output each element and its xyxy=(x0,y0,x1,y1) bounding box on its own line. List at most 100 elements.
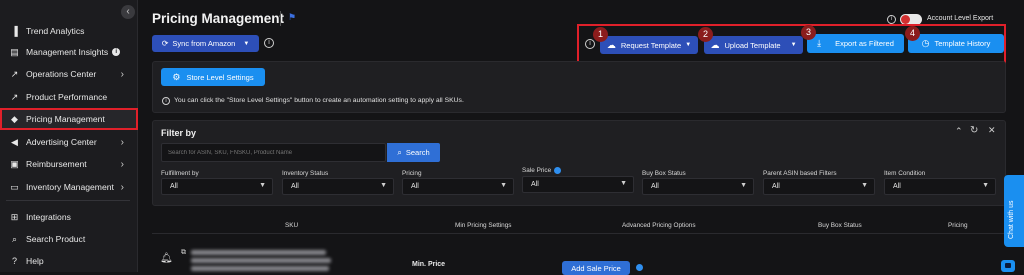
sidebar-item-label: Trend Analytics xyxy=(26,26,85,36)
title-divider xyxy=(280,11,281,26)
info-icon[interactable]: i xyxy=(264,38,274,48)
filter-search-label: Search xyxy=(405,148,430,157)
filter-panel xyxy=(152,120,1006,206)
external-link-icon[interactable]: ⧉ xyxy=(181,249,186,257)
filter-select-buy-box-status[interactable]: All ▼ xyxy=(642,178,754,195)
product-name-redacted xyxy=(191,266,329,271)
export-as-filtered-button[interactable]: ⤓ Export as Filtered xyxy=(807,34,904,53)
sale-price-info-icon[interactable] xyxy=(554,167,561,174)
request-template-button[interactable]: ☁ Request Template ▼ xyxy=(600,36,698,54)
column-header-buy-box[interactable]: Buy Box Status xyxy=(818,222,862,229)
collapse-sidebar-button[interactable]: ‹ xyxy=(121,5,135,19)
chevron-right-icon: › xyxy=(120,68,124,80)
store-settings-hint: You can click the "Store Level Settings"… xyxy=(174,97,464,104)
filter-select-value: All xyxy=(531,181,539,188)
sidebar-item-management-insights[interactable]: ▤ Management Insights i xyxy=(0,41,138,63)
close-icon[interactable]: ✕ xyxy=(988,125,996,136)
operations-center-icon: ↗ xyxy=(10,68,19,79)
store-settings-panel xyxy=(152,61,1006,113)
export-info-icon[interactable]: i xyxy=(887,15,896,24)
sidebar-item-inventory-management[interactable]: ▭ Inventory Management › xyxy=(0,176,138,198)
search-icon: ⌕ xyxy=(11,233,18,244)
chat-label: Chat with us xyxy=(1008,200,1015,239)
column-header-sku[interactable]: SKU xyxy=(285,222,298,229)
sidebar: ‹ ▐ Trend Analytics ▤ Management Insights i ↗… xyxy=(0,0,138,272)
column-header-min-pricing[interactable]: Min Pricing Settings xyxy=(455,222,511,229)
sidebar-item-integrations[interactable]: ⊞ Integrations xyxy=(0,206,138,228)
search-icon: ⌕ xyxy=(397,147,402,157)
column-header-pricing[interactable]: Pricing xyxy=(948,222,968,229)
upload-template-button[interactable]: ☁ Upload Template ▼ xyxy=(704,36,803,54)
sidebar-item-advertising-center[interactable]: ◀ Advertising Center › xyxy=(0,131,138,153)
filter-select-parent-asin-based-filters[interactable]: All ▼ xyxy=(763,178,875,195)
filter-title: Filter by xyxy=(161,128,197,138)
filter-select-item-condition[interactable]: All ▼ xyxy=(884,178,996,195)
step-badge-2: 2 xyxy=(698,27,713,42)
chevron-right-icon: › xyxy=(120,181,124,193)
inventory-icon: ▭ xyxy=(10,181,19,192)
filter-label-inventory-status: Inventory Status xyxy=(282,170,329,177)
sidebar-item-operations-center[interactable]: ↗ Operations Center › xyxy=(0,63,138,85)
toolbar-info-icon[interactable]: i xyxy=(585,39,595,49)
refresh-icon[interactable]: ↻ xyxy=(970,125,978,136)
filter-search-button[interactable]: ⌕ Search xyxy=(387,143,440,162)
cloud-upload-icon: ☁ xyxy=(710,39,720,50)
add-sale-price-button[interactable]: Add Sale Price xyxy=(562,261,630,275)
chat-with-us-tab[interactable]: Chat with us xyxy=(1004,175,1024,247)
column-header-advanced-pricing[interactable]: Advanced Pricing Options xyxy=(622,222,696,229)
sale-price-info-icon[interactable] xyxy=(636,264,643,271)
filter-label-fulfillment-by: Fulfillment by xyxy=(161,170,199,177)
reimbursement-icon: ▣ xyxy=(10,158,19,169)
filter-select-inventory-status[interactable]: All ▼ xyxy=(282,178,394,195)
chevron-down-icon: ▼ xyxy=(620,180,627,187)
sidebar-item-search-product[interactable]: ⌕ Search Product xyxy=(0,228,138,250)
filter-search-input[interactable] xyxy=(161,143,386,162)
megaphone-icon: ◀ xyxy=(11,136,18,147)
integrations-icon: ⊞ xyxy=(10,211,19,222)
sync-label: Sync from Amazon xyxy=(172,39,236,48)
collapse-filter-icon[interactable]: ⌃ xyxy=(955,126,963,137)
filter-select-sale-price[interactable]: All ▼ xyxy=(522,176,634,193)
chevron-down-icon: ▼ xyxy=(500,182,507,189)
sidebar-item-label: Advertising Center xyxy=(26,137,97,147)
store-level-settings-label: Store Level Settings xyxy=(186,72,254,82)
sidebar-item-pricing-management[interactable]: ◆ Pricing Management xyxy=(0,108,138,130)
sidebar-item-product-performance[interactable]: ↗ Product Performance xyxy=(0,86,138,108)
filter-select-pricing[interactable]: All ▼ xyxy=(402,178,514,195)
template-history-label: Template History xyxy=(934,39,991,48)
filter-select-value: All xyxy=(651,183,659,190)
sidebar-item-label: Help xyxy=(26,256,44,266)
product-name-redacted xyxy=(191,258,331,263)
bell-icon[interactable]: 🔔︎ xyxy=(160,253,173,264)
filter-select-fulfillment-by[interactable]: All ▼ xyxy=(161,178,273,195)
step-badge-1: 1 xyxy=(593,27,608,42)
chevron-down-icon: ▼ xyxy=(982,182,989,189)
add-sale-price-label: Add Sale Price xyxy=(571,263,621,273)
chevron-down-icon: ▼ xyxy=(861,182,868,189)
sidebar-divider xyxy=(6,200,130,201)
help-icon: ? xyxy=(11,256,17,266)
product-name-redacted xyxy=(191,250,326,255)
chevron-down-icon: ▼ xyxy=(259,182,266,189)
filter-select-value: All xyxy=(893,183,901,190)
bookmark-icon[interactable]: ⚑ xyxy=(288,12,296,23)
filter-select-value: All xyxy=(411,183,419,190)
template-history-button[interactable]: ◷ Template History xyxy=(908,34,1004,53)
history-icon: ◷ xyxy=(921,38,930,48)
sidebar-item-help[interactable]: ? Help xyxy=(0,250,138,272)
sidebar-item-label: Search Product xyxy=(26,234,86,244)
hint-info-icon: i xyxy=(162,97,170,105)
trend-analytics-icon: ▐ xyxy=(11,26,18,36)
sync-from-amazon-button[interactable]: ⟳ Sync from Amazon ▼ xyxy=(152,35,259,52)
sidebar-item-label: Integrations xyxy=(26,212,71,222)
page-title: Pricing Management xyxy=(152,11,285,26)
min-price-label: Min. Price xyxy=(412,261,446,268)
management-insights-icon: ▤ xyxy=(10,46,19,57)
sidebar-item-reimbursement[interactable]: ▣ Reimbursement › xyxy=(0,153,138,175)
filter-label-sale-price: Sale Price xyxy=(522,167,552,174)
chevron-down-icon: ▼ xyxy=(790,42,797,48)
chat-bubble-icon[interactable] xyxy=(1001,260,1015,272)
sidebar-item-trend-analytics[interactable]: ▐ Trend Analytics xyxy=(0,20,138,42)
store-level-settings-button[interactable]: ⚙ Store Level Settings xyxy=(161,68,265,86)
filter-label-pricing: Pricing xyxy=(402,170,422,177)
